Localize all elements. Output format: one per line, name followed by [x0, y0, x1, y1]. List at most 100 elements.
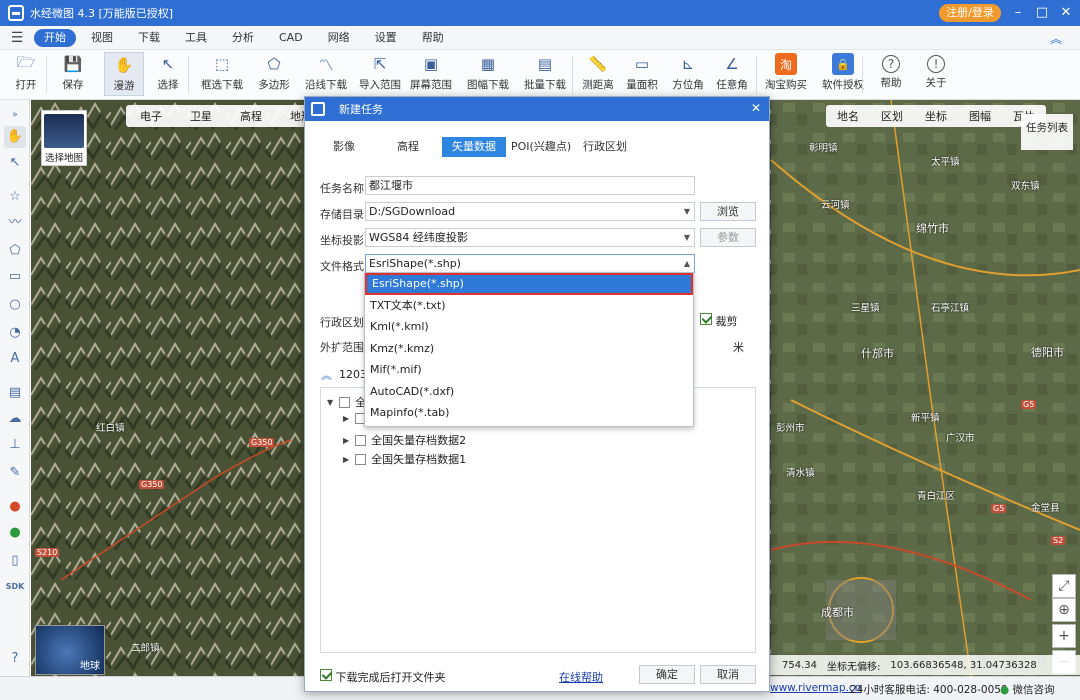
menu-start[interactable]: 开始	[34, 28, 76, 47]
select-map-button[interactable]: 选择地图	[41, 110, 87, 166]
tab-vector[interactable]: 矢量数据	[442, 137, 506, 157]
measure-icon[interactable]: ⊥	[4, 434, 26, 456]
cloud-icon[interactable]: ☁	[4, 408, 26, 430]
polygon-icon[interactable]: ⬠	[4, 240, 26, 262]
collapse-ribbon-icon[interactable]: ︽	[1050, 30, 1062, 47]
dialog-close-icon[interactable]: ✕	[751, 101, 761, 115]
menu-analysis[interactable]: 分析	[222, 29, 264, 47]
toolbar-folder-button[interactable]: 🗁 打开	[8, 52, 44, 96]
toolbar-label: 图幅下载	[467, 79, 509, 91]
close-icon[interactable]: ✕	[1058, 4, 1074, 22]
tree-checkbox[interactable]	[339, 396, 351, 408]
params-button[interactable]: 参数	[700, 228, 756, 247]
overlay-tab-placename[interactable]: 地名	[837, 108, 859, 124]
rectangle-icon[interactable]: ▭	[4, 266, 26, 288]
tree-checkbox[interactable]	[355, 434, 367, 446]
device-icon[interactable]: ▯	[4, 550, 26, 572]
map-tab-elevation[interactable]: 高程	[240, 108, 262, 124]
overlay-tab-sheet[interactable]: 图幅	[969, 108, 991, 124]
toolbar-line-download-button[interactable]: 〽沿线下载	[300, 52, 352, 96]
edit-icon[interactable]: ✎	[4, 462, 26, 484]
menu-settings[interactable]: 设置	[365, 29, 407, 47]
map-tab-satellite[interactable]: 卫星	[190, 108, 212, 124]
sdk-icon[interactable]: SDK	[4, 576, 26, 598]
toolbar-area-button[interactable]: ▭ 量面积	[622, 52, 662, 96]
toolbar-sheet-download-button[interactable]: ▦ 图幅下载	[462, 52, 514, 96]
menu-cad[interactable]: CAD	[269, 29, 313, 47]
website-link[interactable]: www.rivermap.cn	[770, 682, 861, 694]
clip-checkbox[interactable]: 裁剪	[700, 313, 738, 329]
cancel-button[interactable]: 取消	[700, 665, 756, 684]
format-select[interactable]: EsriShape(*.shp) ▲	[365, 254, 695, 273]
ok-button[interactable]: 确定	[639, 665, 695, 684]
toolbar-angle-button[interactable]: ∠ 任意角	[712, 52, 752, 96]
toolbar-cursor-button[interactable]: ↖ 选择	[150, 52, 186, 96]
menu-view[interactable]: 视图	[81, 29, 123, 47]
format-option-shp[interactable]: EsriShape(*.shp)	[365, 273, 693, 295]
expand-icon[interactable]: »	[4, 104, 26, 126]
tab-elevation[interactable]: 高程	[387, 137, 429, 157]
format-option-kml[interactable]: Kml(*.kml)	[365, 316, 693, 338]
open-folder-checkbox[interactable]: 下载完成后打开文件夹	[320, 669, 446, 685]
menu-network[interactable]: 网络	[318, 29, 360, 47]
toolbar-help-button[interactable]: ? 帮助	[874, 52, 908, 96]
toolbar-info-button[interactable]: ! 关于	[922, 52, 950, 96]
browse-button[interactable]: 浏览	[700, 202, 756, 221]
hamburger-icon[interactable]: ☰	[0, 30, 34, 46]
circle-icon[interactable]: ○	[4, 294, 26, 316]
collapse-up-icon[interactable]: ︽	[321, 367, 332, 383]
text-icon[interactable]: A	[4, 348, 26, 370]
menu-tools[interactable]: 工具	[175, 29, 217, 47]
fullscreen-icon[interactable]: ⤢	[1052, 574, 1076, 598]
minimize-icon[interactable]: –	[1010, 4, 1026, 22]
projection-select[interactable]: WGS84 经纬度投影 ▼	[365, 228, 695, 247]
save-dir-select[interactable]: D:/SGDownload ▼	[365, 202, 695, 221]
layer-icon[interactable]: ▤	[4, 382, 26, 404]
toolbar-hand-button[interactable]: ✋ 漫游	[104, 52, 144, 96]
format-option-txt[interactable]: TXT文本(*.txt)	[365, 295, 693, 317]
help-circle-icon[interactable]: ?	[4, 648, 26, 670]
menu-help[interactable]: 帮助	[412, 29, 454, 47]
tree-node-child[interactable]: ▶ 全国矢量存档数据1	[343, 451, 466, 467]
map-tab-electronic[interactable]: 电子	[140, 108, 162, 124]
sector-icon[interactable]: ◔	[4, 322, 26, 344]
toolbar-license-button[interactable]: 🔒 软件授权	[818, 52, 868, 96]
toolbar-batch-download-button[interactable]: ▤ 批量下载	[518, 52, 572, 96]
overlay-tab-coordinate[interactable]: 坐标	[925, 108, 947, 124]
toolbar-azimuth-button[interactable]: ⊾ 方位角	[668, 52, 708, 96]
polyline-icon[interactable]: 〰	[4, 212, 26, 234]
tree-checkbox[interactable]	[355, 453, 367, 465]
online-help-link[interactable]: 在线帮助	[559, 669, 603, 685]
toolbar-polygon-button[interactable]: ⬠ 多边形	[252, 52, 296, 96]
marker-icon[interactable]: ☆	[4, 186, 26, 208]
task-list-button[interactable]: 任务列表	[1021, 114, 1073, 150]
wechat-consult[interactable]: ● 微信咨询	[1000, 682, 1055, 697]
toolbar-ruler-button[interactable]: 📏 测距离	[578, 52, 618, 96]
task-name-input[interactable]: 都江堰市	[365, 176, 695, 195]
share-icon[interactable]: ●	[4, 522, 26, 544]
menu-download[interactable]: 下载	[128, 29, 170, 47]
locate-icon[interactable]: ⊕	[1052, 598, 1076, 622]
globe-overview[interactable]: 地球	[35, 625, 105, 675]
toolbar-screen-button[interactable]: ▣ 屏幕范围	[406, 52, 456, 96]
pan-hand-icon[interactable]: ✋	[4, 126, 26, 148]
toolbar-save-button[interactable]: 💾 保存	[55, 52, 91, 96]
tab-poi[interactable]: POI(兴趣点)	[501, 137, 581, 157]
tab-imagery[interactable]: 影像	[323, 137, 365, 157]
toolbar-box-download-button[interactable]: ⬚ 框选下载	[196, 52, 248, 96]
toolbar-import-button[interactable]: ⇱ 导入范围	[354, 52, 406, 96]
format-option-dxf[interactable]: AutoCAD(*.dxf)	[365, 381, 693, 403]
pointer-icon[interactable]: ↖	[4, 152, 26, 174]
format-option-tab[interactable]: Mapinfo(*.tab)	[365, 402, 693, 424]
zoom-in-button[interactable]: +	[1052, 624, 1076, 648]
tab-admin[interactable]: 行政区划	[573, 137, 637, 157]
toolbar-taobao-button[interactable]: 淘淘宝购买	[764, 52, 808, 96]
format-option-kmz[interactable]: Kmz(*.kmz)	[365, 338, 693, 360]
login-button[interactable]: 注册/登录	[939, 4, 1001, 22]
tree-node-child[interactable]: ▶ 全国矢量存档数据2	[343, 432, 466, 448]
maximize-icon[interactable]: □	[1034, 4, 1050, 22]
format-option-mif[interactable]: Mif(*.mif)	[365, 359, 693, 381]
ribbon-toolbar: 🗁 打开 💾 保存 ✋ 漫游 ↖ 选择 ⬚ 框选下载 ⬠ 多边形〽沿线下载 ⇱ 导入范围 ▣ 屏幕范围 ▦ 图幅下…	[0, 50, 1080, 100]
overlay-tab-district[interactable]: 区划	[881, 108, 903, 124]
plugin-icon[interactable]: ●	[4, 496, 26, 518]
